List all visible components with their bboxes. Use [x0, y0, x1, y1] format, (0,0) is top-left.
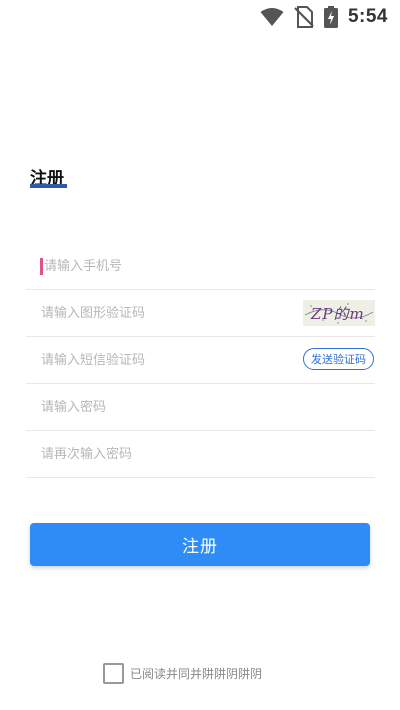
no-sim-icon: [294, 6, 314, 28]
status-icons: 5:54: [260, 6, 388, 28]
agreement-text[interactable]: 已阅读并同并阱阱阴阱阴: [130, 665, 262, 682]
battery-charging-icon: [323, 6, 338, 28]
clock: 5:54: [347, 6, 388, 27]
captcha-image[interactable]: ZP的m: [303, 300, 375, 326]
agreement: 已阅读并同并阱阱阴阱阴: [103, 663, 262, 684]
sms-code-input[interactable]: [26, 345, 281, 375]
agreement-checkbox[interactable]: [103, 663, 124, 684]
sms-row: 发送验证码: [26, 337, 375, 384]
captcha-text: ZP的m: [310, 305, 365, 323]
wifi-icon: [260, 7, 284, 27]
phone-input[interactable]: [26, 251, 284, 281]
register-button[interactable]: 注册: [30, 523, 370, 566]
captcha-input[interactable]: [26, 298, 281, 328]
send-sms-button[interactable]: 发送验证码: [303, 348, 374, 370]
phone-row: [26, 243, 375, 290]
password-row: [26, 384, 375, 431]
text-cursor: [40, 258, 43, 275]
title-underline: [30, 184, 67, 188]
captcha-row: ZP的m: [26, 290, 375, 337]
register-form: ZP的m 发送验证码: [26, 243, 375, 478]
password-confirm-row: [26, 431, 375, 478]
password-confirm-input[interactable]: [26, 439, 281, 469]
password-input[interactable]: [26, 392, 281, 422]
status-bar: 5:54: [0, 0, 400, 36]
